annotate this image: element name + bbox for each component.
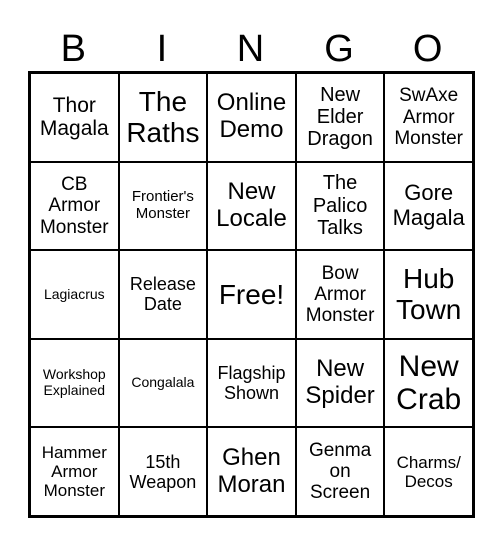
bingo-cell[interactable]: Gore Magala: [384, 161, 473, 251]
bingo-cell[interactable]: New Elder Dragon: [295, 73, 385, 162]
bingo-cell[interactable]: SwAxe Armor Monster: [384, 73, 473, 162]
bingo-cell[interactable]: 15th Weapon: [118, 427, 208, 516]
bingo-cell[interactable]: New Spider: [295, 338, 385, 428]
bingo-cell[interactable]: Bow Armor Monster: [295, 250, 385, 339]
bingo-cell[interactable]: CB Armor Monster: [30, 161, 119, 251]
bingo-cell[interactable]: Lagiacrus: [30, 250, 119, 339]
bingo-cell[interactable]: Thor Magala: [30, 73, 119, 162]
bingo-cell[interactable]: New Locale: [207, 161, 296, 251]
bingo-cell[interactable]: Workshop Explained: [30, 338, 119, 428]
bingo-cell[interactable]: Ghen Moran: [207, 427, 296, 516]
header-letter-g: G: [324, 28, 354, 70]
bingo-cell[interactable]: Frontier's Monster: [118, 161, 208, 251]
header-letter-b: B: [60, 28, 86, 70]
bingo-cell[interactable]: Hammer Armor Monster: [30, 427, 119, 516]
bingo-cell[interactable]: Free!: [207, 250, 296, 339]
bingo-cell[interactable]: Genma on Screen: [295, 427, 385, 516]
bingo-cell[interactable]: New Crab: [384, 338, 473, 428]
header-letter-n: N: [236, 28, 265, 70]
bingo-cell[interactable]: The Palico Talks: [295, 161, 385, 251]
header-letter-i: I: [156, 28, 168, 70]
header-letter-o: O: [412, 28, 443, 70]
bingo-header: B I N G O: [29, 26, 472, 72]
bingo-cell[interactable]: Online Demo: [207, 73, 296, 162]
bingo-cell[interactable]: Congalala: [118, 338, 208, 428]
bingo-cell[interactable]: Charms/ Decos: [384, 427, 473, 516]
bingo-cell[interactable]: Release Date: [118, 250, 208, 339]
bingo-cell[interactable]: Hub Town: [384, 250, 473, 339]
bingo-grid: Thor Magala The Raths Online Demo New Elder…: [28, 71, 475, 518]
bingo-cell[interactable]: Flagship Shown: [207, 338, 296, 428]
bingo-cell[interactable]: The Raths: [118, 73, 208, 162]
